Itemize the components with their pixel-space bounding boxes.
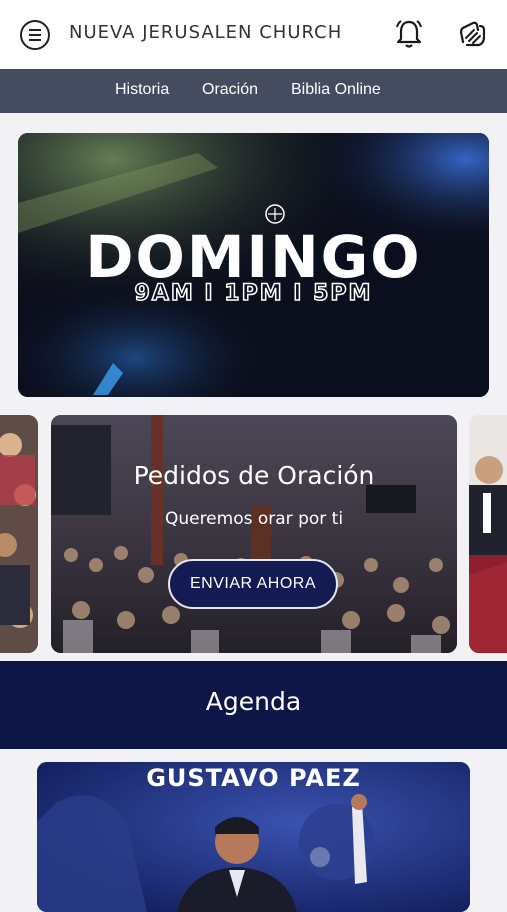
bell-icon[interactable]: [394, 18, 424, 50]
carousel-previous-image: [0, 415, 38, 653]
prayer-card-title: Pedidos de Oración: [133, 461, 375, 490]
carousel-card-previous[interactable]: [0, 415, 38, 653]
event-card[interactable]: GUSTAVO PAEZ: [37, 762, 470, 912]
carousel-next-image: [469, 415, 507, 653]
carousel-card-next[interactable]: [469, 415, 507, 653]
hero-times: 9AM I 1PM I 5PM: [134, 280, 373, 307]
hero-banner[interactable]: DOMINGO 9AM I 1PM I 5PM: [18, 133, 489, 397]
app-header: NUEVA JERUSALEN CHURCH: [0, 0, 507, 69]
prayer-card-subtitle: Queremos orar por ti: [164, 509, 344, 529]
nav-item-historia[interactable]: Historia: [115, 81, 169, 99]
prayer-request-card[interactable]: Pedidos de Oración Queremos orar por ti …: [51, 415, 457, 653]
agenda-label: Agenda: [205, 687, 302, 716]
agenda-section[interactable]: Agenda: [0, 661, 507, 749]
event-speaker-name: GUSTAVO PAEZ: [146, 764, 361, 792]
send-now-button[interactable]: ENVIAR AHORA: [168, 559, 338, 609]
nav-item-biblia-online[interactable]: Biblia Online: [291, 81, 381, 99]
top-nav: Historia Oración Biblia Online: [0, 69, 507, 113]
hamburger-menu-icon[interactable]: [20, 20, 50, 50]
app-title: NUEVA JERUSALEN CHURCH: [69, 22, 343, 43]
nav-item-oracion[interactable]: Oración: [202, 81, 258, 99]
praying-hands-icon[interactable]: [457, 18, 487, 50]
church-crowd-image: [51, 415, 457, 653]
